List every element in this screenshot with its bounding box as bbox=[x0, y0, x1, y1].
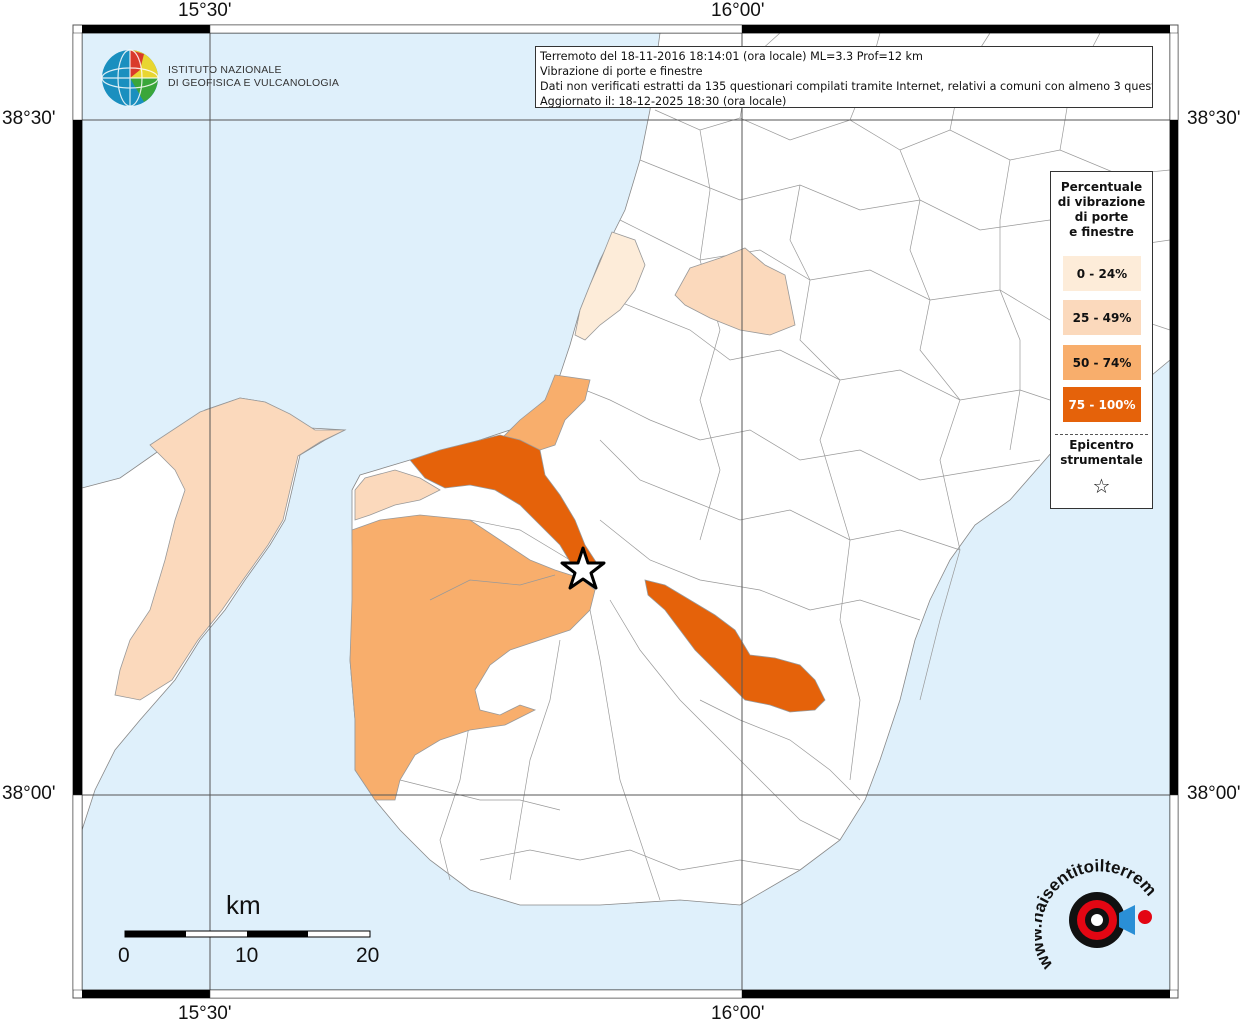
legend-epicenter-line: Epicentro bbox=[1069, 438, 1134, 452]
legend-epicenter-label: Epicentro strumentale bbox=[1051, 438, 1152, 468]
legend-title-line: Percentuale bbox=[1060, 180, 1143, 194]
ingv-globe-icon bbox=[101, 49, 159, 107]
scale-tick-20: 20 bbox=[356, 944, 380, 967]
legend: Percentuale di vibrazione di porte e fin… bbox=[1050, 171, 1153, 509]
ingv-name-line2: DI GEOFISICA E VULCANOLOGIA bbox=[168, 77, 340, 89]
legend-epicenter-line: strumentale bbox=[1060, 453, 1143, 467]
haisentitoilterremoto-logo: www.haisentitoilterremoto.it bbox=[1026, 840, 1165, 985]
right-lat-1: 38°30' bbox=[1187, 108, 1241, 129]
scale-bar bbox=[124, 930, 371, 938]
legend-separator bbox=[1055, 434, 1148, 435]
bottom-lon-2: 16°00' bbox=[711, 1003, 765, 1024]
event-info-line3: Dati non verificati estratti da 135 ques… bbox=[540, 80, 1153, 93]
event-info-box: Terremoto del 18-11-2016 18:14:01 (ora l… bbox=[535, 46, 1153, 108]
legend-star-icon: ☆ bbox=[1092, 474, 1111, 498]
legend-title-line: di porte bbox=[1074, 210, 1129, 224]
ingv-name-line1: ISTITUTO NAZIONALE bbox=[168, 64, 282, 76]
ingv-name: ISTITUTO NAZIONALE DI GEOFISICA E VULCAN… bbox=[168, 64, 339, 90]
right-lat-2: 38°00' bbox=[1187, 783, 1241, 804]
bottom-lon-1: 15°30' bbox=[178, 1003, 232, 1024]
top-lon-1: 15°30' bbox=[178, 0, 232, 21]
legend-item-25-49: 25 - 49% bbox=[1063, 300, 1141, 335]
legend-item-75-100: 75 - 100% bbox=[1063, 387, 1141, 422]
legend-title-line: e finestre bbox=[1069, 225, 1134, 239]
scale-tick-0: 0 bbox=[118, 944, 130, 967]
seismic-sound-icon: www.haisentitoilterremoto.it bbox=[1026, 840, 1160, 974]
event-info-line4: Aggiornato il: 18-12-2025 18:30 (ora loc… bbox=[540, 95, 787, 108]
legend-title-line: di vibrazione bbox=[1057, 195, 1146, 209]
left-lat-1: 38°30' bbox=[2, 108, 56, 129]
legend-title: Percentuale di vibrazione di porte e fin… bbox=[1051, 180, 1152, 240]
event-info-line1: Terremoto del 18-11-2016 18:14:01 (ora l… bbox=[540, 50, 923, 63]
event-info-line2: Vibrazione di porte e finestre bbox=[540, 65, 703, 78]
legend-item-50-74: 50 - 74% bbox=[1063, 345, 1141, 380]
scale-unit: km bbox=[226, 890, 261, 920]
top-lon-2: 16°00' bbox=[711, 0, 765, 21]
left-lat-2: 38°00' bbox=[2, 783, 56, 804]
legend-item-0-24: 0 - 24% bbox=[1063, 256, 1141, 291]
scale-tick-10: 10 bbox=[235, 944, 259, 967]
